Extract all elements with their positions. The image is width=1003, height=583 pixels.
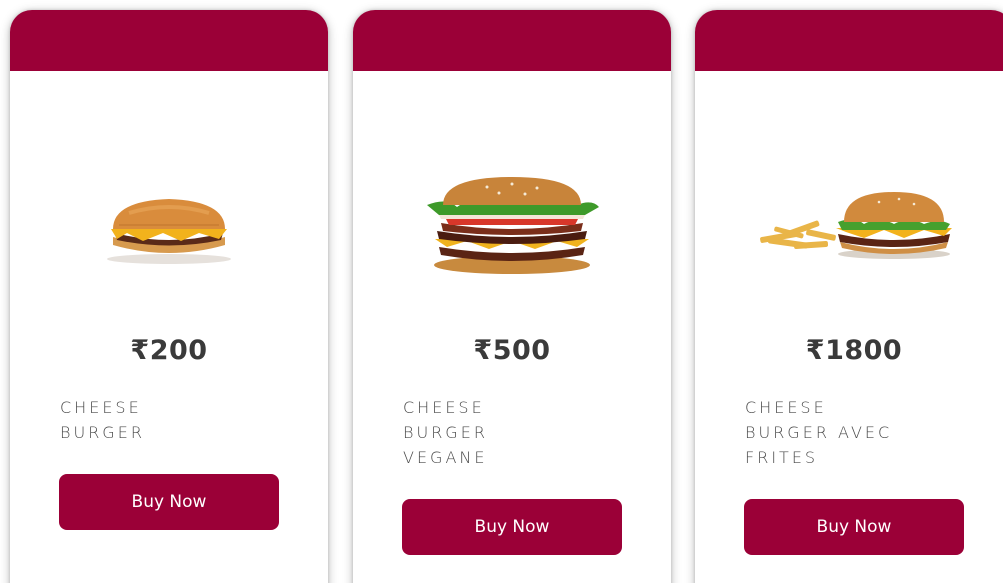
product-name-line: BURGER <box>403 423 488 442</box>
price-label: ₹500 <box>473 335 551 366</box>
product-name-line: FRITES <box>745 448 819 467</box>
price-label: ₹1800 <box>805 335 903 366</box>
buy-now-button[interactable]: Buy Now <box>744 499 964 555</box>
buy-now-button[interactable]: Buy Now <box>402 499 622 555</box>
buy-now-button[interactable]: Buy Now <box>59 474 279 530</box>
product-card: ₹1800 CHEESE BURGER AVEC FRITES Buy Now <box>695 10 1003 583</box>
stacked-burger-image <box>353 165 671 285</box>
card-header-band <box>695 10 1003 71</box>
product-name-line: CHEESE <box>403 398 485 417</box>
product-name-line: CHEESE <box>745 398 827 417</box>
product-card: ₹200 CHEESE BURGER Buy Now <box>10 10 328 583</box>
product-name-line: BURGER AVEC <box>745 423 893 442</box>
product-card: ₹500 CHEESE BURGER VEGANE Buy Now <box>353 10 671 583</box>
product-name-line: CHEESE <box>60 398 142 417</box>
burger-with-fries-image <box>695 175 1003 275</box>
product-name-line: VEGANE <box>403 448 488 467</box>
card-header-band <box>10 10 328 71</box>
product-name: CHEESE BURGER <box>60 395 260 445</box>
cheeseburger-image <box>10 185 328 275</box>
price-label: ₹200 <box>130 335 208 366</box>
product-name: CHEESE BURGER VEGANE <box>403 395 603 470</box>
card-header-band <box>353 10 671 71</box>
product-name-line: BURGER <box>60 423 145 442</box>
product-name: CHEESE BURGER AVEC FRITES <box>745 395 945 470</box>
